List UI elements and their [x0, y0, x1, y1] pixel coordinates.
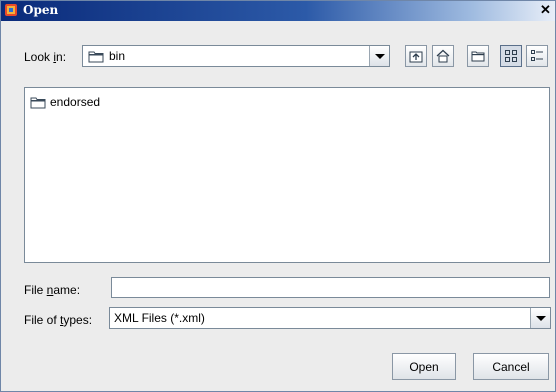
- close-icon[interactable]: ✕: [538, 3, 553, 18]
- chevron-down-icon[interactable]: [530, 308, 550, 328]
- up-one-level-icon: [409, 51, 423, 63]
- look-in-combo[interactable]: bin: [82, 45, 390, 67]
- look-in-label: Look in:: [24, 50, 67, 64]
- file-name-text: endorsed: [50, 95, 101, 109]
- file-types-label: File of types:: [24, 313, 93, 327]
- file-name-label: File name:: [24, 283, 81, 297]
- list-item[interactable]: endorsed: [30, 94, 100, 110]
- file-types-value: XML Files (*.xml): [114, 311, 205, 325]
- look-in-value: bin: [109, 49, 126, 63]
- details-view-button[interactable]: [526, 45, 548, 67]
- folder-icon: [88, 51, 104, 63]
- file-types-combo[interactable]: XML Files (*.xml): [109, 307, 551, 329]
- open-button[interactable]: Open: [392, 353, 456, 380]
- file-name-field[interactable]: [111, 277, 550, 298]
- open-dialog: Open ✕ Look in: bin endorsed File name: …: [0, 0, 556, 392]
- dialog-title: Open: [23, 3, 59, 17]
- cancel-button[interactable]: Cancel: [473, 353, 549, 380]
- list-view-button[interactable]: [500, 45, 522, 67]
- home-icon: [436, 49, 450, 63]
- java-app-icon: [5, 4, 17, 16]
- new-folder-button[interactable]: [467, 45, 489, 67]
- folder-icon: [30, 97, 46, 108]
- new-folder-icon: [471, 51, 485, 62]
- home-button[interactable]: [432, 45, 454, 67]
- file-list[interactable]: endorsed: [24, 87, 550, 263]
- list-view-icon: [505, 50, 517, 62]
- title-bar[interactable]: Open ✕: [1, 1, 555, 21]
- chevron-down-icon[interactable]: [369, 46, 389, 66]
- up-one-level-button[interactable]: [405, 45, 427, 67]
- details-view-icon: [531, 50, 543, 61]
